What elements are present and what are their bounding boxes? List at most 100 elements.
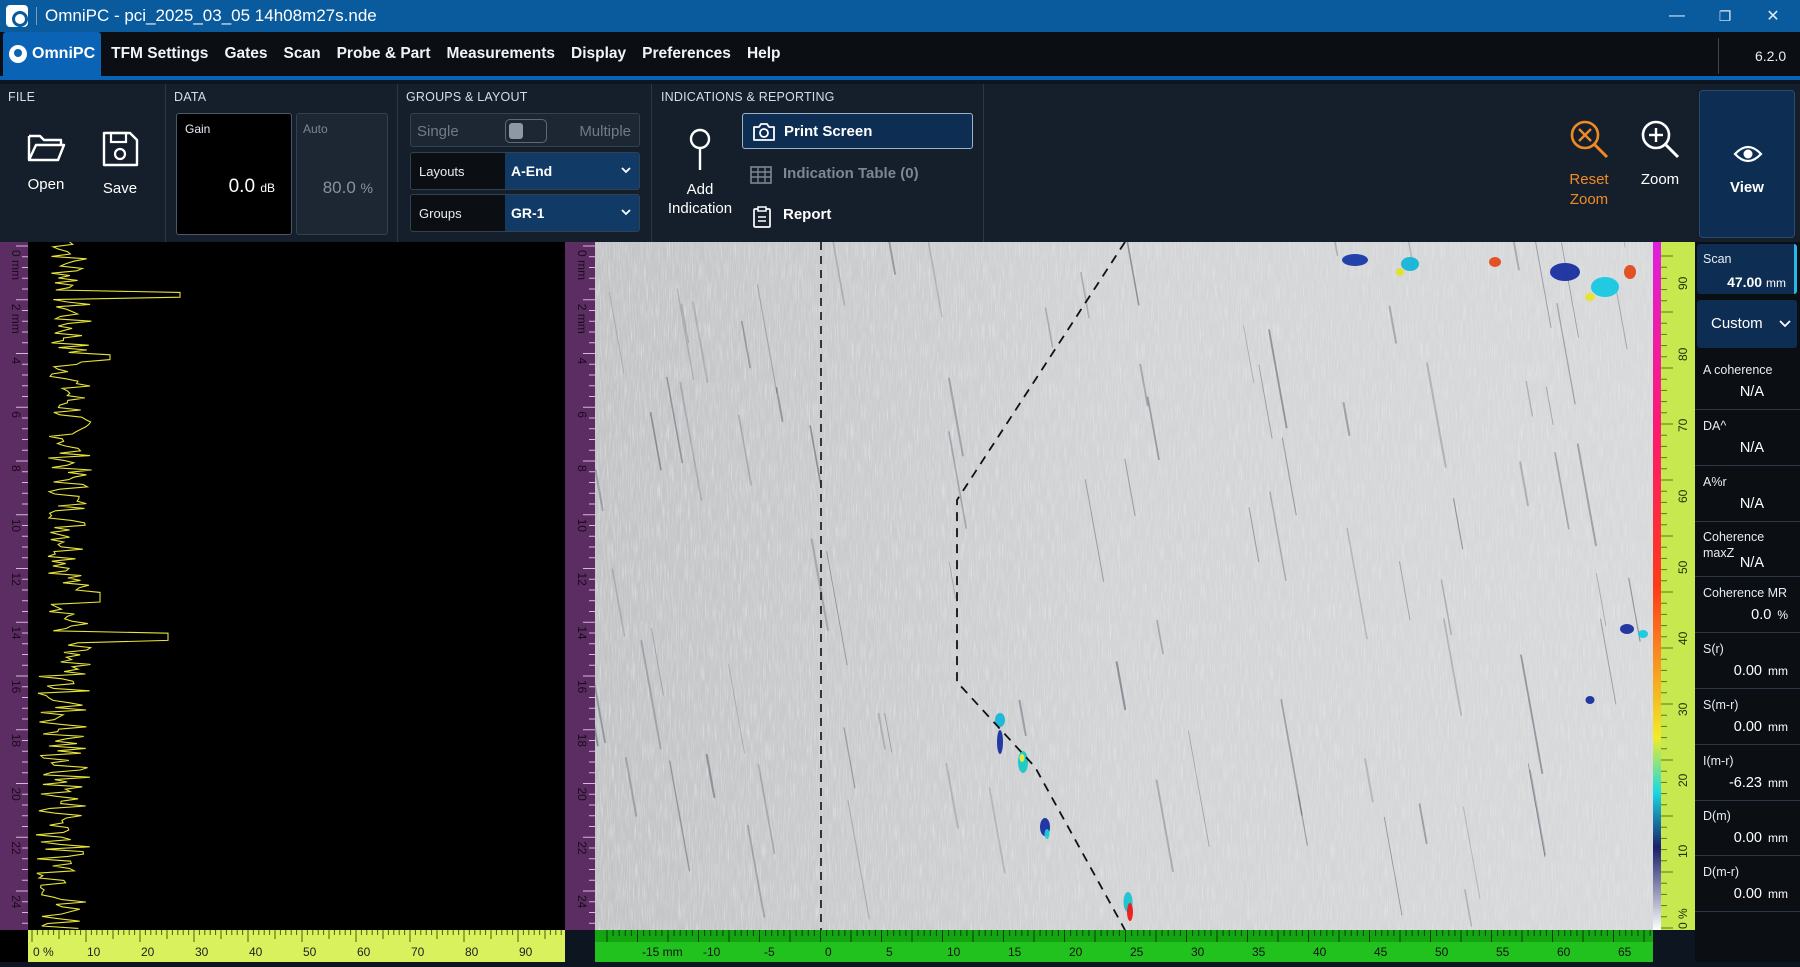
omnipc-menu-button[interactable]: OmniPC: [3, 32, 102, 76]
gain-field[interactable]: Gain 0.0 dB: [176, 113, 292, 235]
ruler-label: -15 mm: [642, 945, 683, 959]
ruler-label: 24: [9, 895, 23, 909]
gain-value: 0.0 dB: [228, 176, 275, 197]
readings-selector-dropdown[interactable]: Custom: [1697, 300, 1797, 348]
version-label: 6.2.0: [1755, 48, 1787, 64]
single-label: Single: [417, 123, 459, 140]
indication-blob: [1044, 829, 1050, 839]
menu-probe-part[interactable]: Probe & Part: [337, 45, 431, 63]
maximize-button[interactable]: ❐: [1702, 0, 1748, 32]
ruler-label: 50: [303, 945, 317, 959]
reading-item: S(r) 0.00 mm: [1695, 635, 1800, 689]
menu-measurements[interactable]: Measurements: [446, 45, 555, 63]
save-button[interactable]: Save: [90, 130, 150, 197]
menu-display[interactable]: Display: [571, 45, 626, 63]
menu-separator: [1718, 38, 1719, 74]
minimize-button[interactable]: —: [1654, 0, 1700, 32]
reading-value: N/A: [1739, 495, 1764, 512]
chevron-down-icon: [621, 209, 631, 216]
indications-section-label: INDICATIONS & REPORTING: [661, 90, 835, 104]
view-button[interactable]: View: [1699, 90, 1795, 238]
reading-item: Coherence maxZ N/A: [1695, 523, 1800, 578]
menu-tfm-settings[interactable]: TFM Settings: [111, 45, 208, 63]
single-multiple-toggle[interactable]: Single Multiple: [410, 113, 640, 147]
layouts-label: Layouts: [419, 164, 465, 179]
ruler-label: 90: [519, 945, 533, 959]
layouts-dropdown[interactable]: Layouts A-End: [410, 152, 640, 190]
add-indication-button[interactable]: Add Indication: [656, 128, 744, 218]
menu-help[interactable]: Help: [747, 45, 781, 63]
reading-value: 0.0%: [1751, 607, 1788, 624]
ruler-label: 12: [575, 573, 589, 587]
ruler-label: 10: [1676, 844, 1690, 858]
ruler-label: 55: [1496, 945, 1510, 959]
ruler-label: 20: [1676, 773, 1690, 787]
file-section: FILE Open Save: [0, 84, 166, 242]
brand-label: OmniPC: [32, 45, 96, 62]
indication-blob: [1019, 754, 1025, 762]
depth-ruler-left: 0 mm 2 mm 4 6 8 10 12 14 16 18 20 22 24: [0, 242, 28, 930]
title-separator: [36, 7, 37, 25]
ruler-label: 8: [575, 465, 589, 472]
multiple-label: Multiple: [579, 123, 631, 140]
color-palette-bar: [1653, 242, 1661, 930]
ruler-label: 30: [1191, 945, 1205, 959]
ruler-label: 10: [87, 945, 101, 959]
ruler-label: 8: [9, 465, 23, 472]
a-scan-view[interactable]: [0, 242, 565, 962]
save-label: Save: [102, 180, 138, 197]
indication-blob: [1396, 268, 1404, 276]
indication-blob: [1591, 277, 1619, 297]
gain-label: Gain: [185, 122, 211, 136]
ruler-label: 0: [825, 945, 832, 959]
menu-scan[interactable]: Scan: [284, 45, 321, 63]
groups-dropdown[interactable]: Groups GR-1: [410, 194, 640, 232]
reading-item: A coherence N/A: [1695, 356, 1800, 410]
zoom-button[interactable]: Zoom: [1625, 118, 1695, 190]
a-scan-waveform: [35, 242, 181, 929]
reading-value: -6.23 mm: [1728, 774, 1788, 791]
open-label: Open: [27, 176, 65, 193]
menu-preferences[interactable]: Preferences: [642, 45, 731, 63]
clipboard-icon: [753, 206, 771, 228]
indication-blob: [1489, 257, 1501, 267]
close-button[interactable]: ✕: [1750, 0, 1796, 32]
indication-blob: [1550, 263, 1580, 281]
ruler-label: 0 %: [33, 945, 54, 959]
open-button[interactable]: Open: [16, 130, 76, 193]
ruler-label: 22: [575, 841, 589, 855]
scan-label: Scan: [1703, 252, 1732, 266]
depth-ruler-middle: 0 mm 2 mm 4 6 8 10 12 14 16 18 20 22 24: [565, 242, 595, 930]
menu-gates[interactable]: Gates: [224, 45, 267, 63]
indication-blob: [1018, 751, 1028, 773]
indication-blob: [1624, 265, 1636, 279]
reading-label: I(m-r): [1703, 753, 1734, 768]
tfm-image-view[interactable]: [595, 242, 1653, 930]
ruler-label: 2 mm: [575, 304, 589, 334]
layout-mode-switch[interactable]: [505, 119, 547, 143]
chevron-down-icon: [1779, 320, 1791, 328]
scan-position-field[interactable]: Scan 47.00 mm: [1697, 244, 1797, 294]
ruler-label: 12: [9, 573, 23, 587]
reading-value: N/A: [1739, 384, 1764, 400]
reading-value: 0.00 mm: [1733, 830, 1788, 847]
camera-icon: [753, 123, 775, 141]
ruler-label: 50: [1435, 945, 1449, 959]
reading-item: S(m-r) 0.00 mm: [1695, 691, 1800, 745]
ruler-label: 10: [947, 945, 961, 959]
scan-value: 47.00 mm: [1727, 274, 1786, 290]
print-screen-button[interactable]: Print Screen: [742, 113, 973, 149]
reset-zoom-label-1: Reset: [1569, 171, 1609, 188]
ruler-label: 6: [9, 411, 23, 418]
reading-value: 0.00 mm: [1733, 718, 1788, 735]
reset-zoom-button[interactable]: Reset Zoom: [1554, 118, 1624, 210]
indication-blob: [1585, 293, 1595, 301]
print-screen-label: Print Screen: [784, 123, 873, 140]
ruler-label: 20: [1069, 945, 1083, 959]
indication-blob: [1342, 254, 1368, 266]
ruler-label: 2 mm: [9, 304, 23, 334]
auto-gain-field[interactable]: Auto 80.0 %: [296, 113, 388, 235]
ruler-label: 5: [886, 945, 893, 959]
reading-value: 0.00 mm: [1733, 663, 1788, 679]
indication-blob: [1127, 903, 1133, 921]
